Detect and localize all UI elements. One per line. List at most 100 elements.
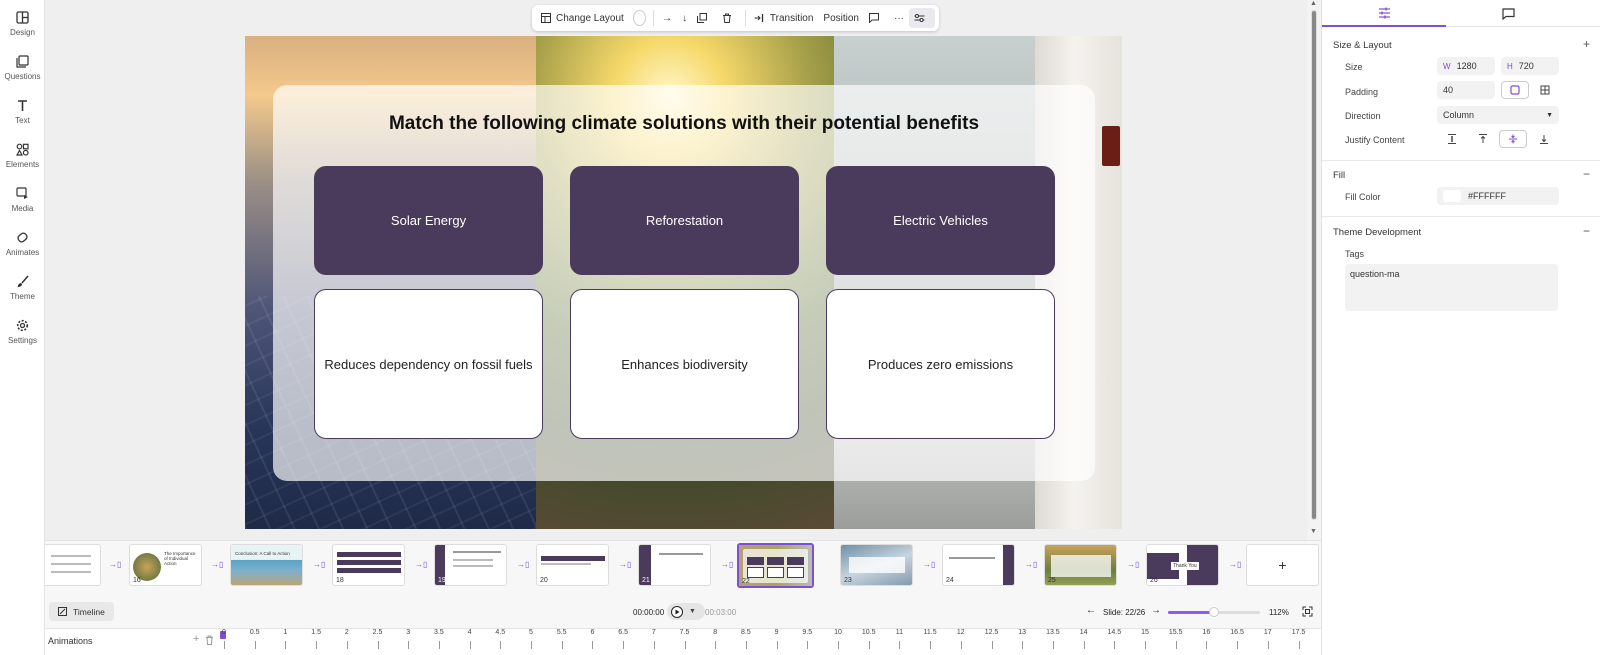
collapse-icon[interactable]: − xyxy=(1583,224,1590,238)
fill-color-field[interactable]: #FFFFFF xyxy=(1437,187,1559,205)
thumb-title: The Importance of Individual Action xyxy=(164,551,196,566)
transition-icon[interactable]: →▯ xyxy=(313,560,325,570)
transition-icon[interactable]: →▯ xyxy=(517,560,529,570)
slide-thumbnail[interactable]: 18 xyxy=(332,544,405,586)
animation-timeline-ruler[interactable]: 0 0.5 1 1.5 2 2.5 3 3.5 4 4.5 5 5.5 6 6.5 7 7.5 8 8.5 9 9.5… xyxy=(220,629,1320,655)
scrollbar-thumb[interactable] xyxy=(1311,10,1317,520)
slide-title[interactable]: Match the following climate solutions wi… xyxy=(273,113,1095,135)
slide-thumbnail[interactable]: Thank You 26 xyxy=(1146,544,1219,586)
slide-thumbnail[interactable]: 24 xyxy=(942,544,1015,586)
transition-icon[interactable]: →▯ xyxy=(211,560,223,570)
benefit-card[interactable]: Enhances biodiversity xyxy=(570,289,799,439)
transition-button[interactable]: Transition xyxy=(749,8,819,28)
justify-end-button[interactable] xyxy=(1530,130,1558,148)
tab-comments[interactable] xyxy=(1446,0,1570,27)
position-button[interactable]: Position xyxy=(818,8,864,28)
solution-card[interactable]: Electric Vehicles xyxy=(826,166,1055,275)
collapse-icon[interactable]: − xyxy=(1583,167,1590,181)
sidebar-item-design[interactable]: Design xyxy=(0,4,45,46)
justify-space-between-button[interactable] xyxy=(1438,130,1466,148)
slide-thumbnail[interactable] xyxy=(45,544,101,586)
slide-thumbnail[interactable]: The Importance of Individual Action 16 xyxy=(129,544,202,586)
sidebar-item-text[interactable]: Text xyxy=(0,92,45,134)
padding-individual-button[interactable] xyxy=(1531,81,1559,99)
transition-icon[interactable]: →▯ xyxy=(923,560,935,570)
transition-icon[interactable]: →▯ xyxy=(1229,560,1241,570)
width-prefix: W xyxy=(1443,61,1451,71)
tab-properties[interactable] xyxy=(1322,0,1446,27)
question-panel[interactable]: Match the following climate solutions wi… xyxy=(273,85,1095,481)
color-swatch[interactable] xyxy=(1443,190,1461,202)
timeline-button[interactable]: Timeline xyxy=(49,602,114,621)
ruler-tick-label: 8 xyxy=(713,629,718,636)
solution-card[interactable]: Reforestation xyxy=(570,166,799,275)
transition-icon[interactable]: →▯ xyxy=(109,560,121,570)
add-slide-button[interactable]: + xyxy=(1246,544,1319,586)
color-swatch-button[interactable] xyxy=(632,10,647,26)
trash-icon[interactable] xyxy=(205,635,214,648)
move-right-button[interactable]: → xyxy=(657,8,677,28)
move-down-button[interactable]: ↓ xyxy=(677,8,692,28)
add-icon[interactable]: + xyxy=(1583,37,1590,51)
justify-start-button[interactable] xyxy=(1469,130,1497,148)
more-icon: ··· xyxy=(894,12,904,24)
slide-thumbnail[interactable]: 25 xyxy=(1044,544,1117,586)
prev-slide-button[interactable]: ← xyxy=(1086,605,1096,616)
change-layout-button[interactable]: Change Layout xyxy=(536,8,629,28)
sidebar-item-questions[interactable]: Questions xyxy=(0,48,45,90)
justify-center-button[interactable] xyxy=(1499,130,1527,148)
slide-canvas[interactable]: Match the following climate solutions wi… xyxy=(245,36,1122,529)
slide-thumbnail[interactable]: 23 xyxy=(840,544,913,586)
slide-thumbnail[interactable]: 21 xyxy=(638,544,711,586)
solution-card[interactable]: Solar Energy xyxy=(314,166,543,275)
direction-select[interactable]: Column ▼ xyxy=(1437,106,1559,124)
duplicate-button[interactable] xyxy=(692,8,717,28)
canvas-scrollbar[interactable]: ▲ ▼ xyxy=(1307,0,1321,540)
comment-button[interactable] xyxy=(864,8,889,28)
height-field[interactable]: H 720 xyxy=(1501,57,1559,75)
arrow-right-icon: → xyxy=(662,12,673,24)
zoom-slider-knob[interactable] xyxy=(1209,607,1219,617)
plus-icon: + xyxy=(1278,557,1287,573)
adjust-button[interactable] xyxy=(909,8,935,28)
sidebar-item-media[interactable]: Media xyxy=(0,180,45,222)
benefit-card[interactable]: Reduces dependency on fossil fuels xyxy=(314,289,543,439)
add-animation-icon[interactable]: + xyxy=(193,633,199,645)
slide-thumbnail[interactable]: 19 xyxy=(434,544,507,586)
slide-thumbnail[interactable]: Conclusion: A Call to Action xyxy=(230,544,303,586)
ruler-tick-mark xyxy=(346,641,348,649)
size-label: Size xyxy=(1345,62,1363,72)
ruler-tick-mark xyxy=(1237,641,1239,649)
play-button[interactable]: ▼ xyxy=(667,603,705,620)
benefit-card[interactable]: Produces zero emissions xyxy=(826,289,1055,439)
width-field[interactable]: W 1280 xyxy=(1437,57,1495,75)
slide-thumbnail[interactable]: 20 xyxy=(536,544,609,586)
thumb-title: Thank You xyxy=(1171,562,1199,570)
gear-icon xyxy=(16,318,30,332)
transition-icon[interactable]: →▯ xyxy=(415,560,427,570)
padding-field[interactable]: 40 xyxy=(1437,81,1495,99)
slide-thumbnail-active[interactable]: 22 xyxy=(737,543,814,588)
transition-icon[interactable]: →▯ xyxy=(1127,560,1139,570)
sidebar-item-settings[interactable]: Settings xyxy=(0,312,45,354)
fit-screen-icon[interactable] xyxy=(1302,606,1313,620)
scroll-up-icon[interactable]: ▲ xyxy=(1310,0,1317,7)
tags-input[interactable]: question-ma xyxy=(1345,264,1558,311)
sidebar-item-elements[interactable]: Elements xyxy=(0,136,45,178)
transition-icon[interactable]: →▯ xyxy=(619,560,631,570)
transition-icon[interactable]: →▯ xyxy=(721,560,733,570)
chevron-down-icon[interactable]: ▼ xyxy=(689,608,696,615)
delete-button[interactable] xyxy=(717,8,742,28)
animations-label: Animations xyxy=(48,636,93,646)
padding-uniform-button[interactable] xyxy=(1501,81,1529,99)
next-slide-button[interactable]: → xyxy=(1151,605,1161,616)
scroll-down-icon[interactable]: ▼ xyxy=(1310,528,1317,535)
zoom-slider[interactable] xyxy=(1168,607,1260,617)
grid-icon xyxy=(1540,85,1550,95)
sliders-icon xyxy=(1378,7,1390,18)
ruler-tick-label: 6 xyxy=(590,629,595,636)
transition-icon[interactable]: →▯ xyxy=(1025,560,1037,570)
sidebar-item-theme[interactable]: Theme xyxy=(0,268,45,310)
sidebar-item-animates[interactable]: Animates xyxy=(0,224,45,266)
more-button[interactable]: ··· xyxy=(889,8,909,28)
